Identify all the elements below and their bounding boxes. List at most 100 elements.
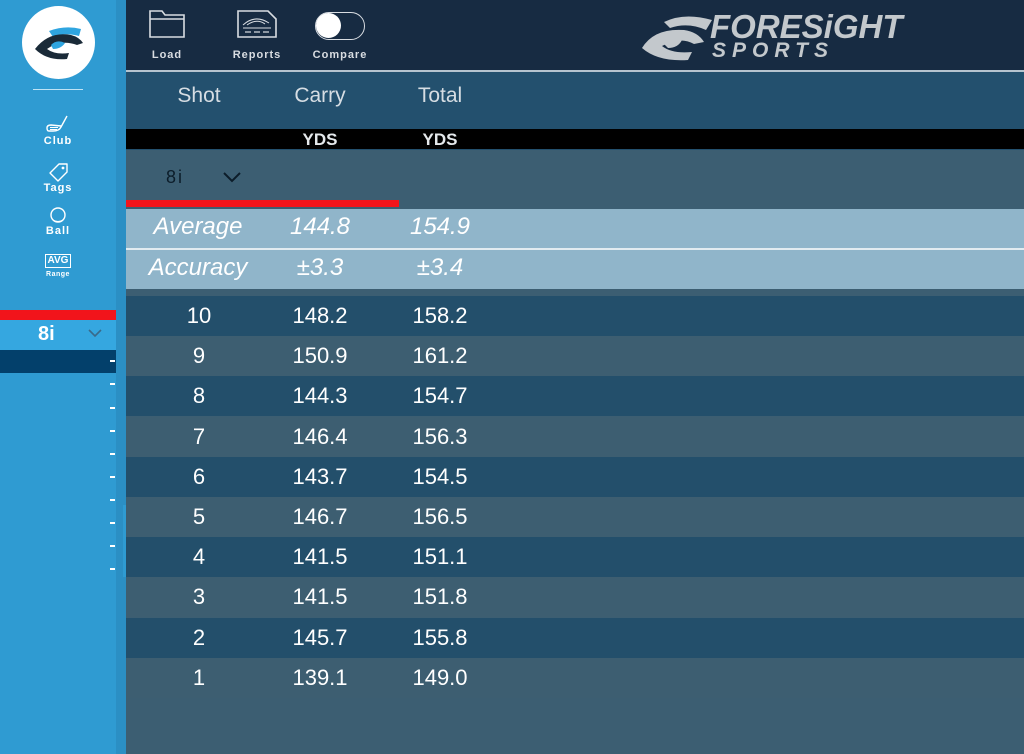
scroll-tick (110, 430, 115, 432)
load-button[interactable]: Load (145, 8, 189, 61)
sidebar (0, 0, 126, 754)
cell-carry: 141.5 (292, 584, 348, 610)
foresight-eye-logo-icon (34, 26, 83, 59)
compare-toggle[interactable]: Compare (308, 12, 372, 61)
table-row[interactable]: 1 139.1 149.0 (126, 657, 1024, 698)
sidebar-item-label: Tags (43, 182, 73, 194)
column-header-total[interactable]: Total (370, 84, 510, 108)
cell-total: 151.8 (412, 584, 468, 610)
cell-shot: 5 (192, 504, 206, 529)
sidebar-item-ball[interactable]: Ball (30, 207, 86, 237)
table-row[interactable]: 9 150.9 161.2 (126, 336, 1024, 377)
club-selector[interactable]: 8i (0, 320, 116, 350)
reports-label: Reports (232, 49, 282, 61)
cell-shot: 3 (192, 584, 206, 610)
app-logo[interactable] (22, 6, 95, 79)
unit-total: YDS (422, 130, 458, 149)
sidebar-item-label: Club (43, 135, 73, 147)
club-selector-indicator (0, 310, 116, 320)
sidebar-scroll-track (116, 0, 126, 754)
sidebar-item-range[interactable]: AVG Range (30, 254, 86, 278)
golf-club-icon (46, 115, 68, 132)
club-filter-dropdown[interactable]: 8i (166, 167, 184, 188)
cell-shot: 2 (192, 624, 206, 650)
club-filter-row: 8i (126, 150, 1024, 200)
accuracy-label: Accuracy (148, 254, 248, 281)
cell-total: 155.8 (412, 624, 468, 650)
brand-logo: FORESiGHT SPORTS (640, 8, 950, 64)
toggle-knob (316, 13, 341, 38)
scroll-tick (110, 522, 115, 524)
scroll-tick (110, 476, 115, 478)
club-list-highlight[interactable] (0, 350, 116, 373)
toggle-switch[interactable] (315, 12, 365, 40)
scroll-tick (110, 499, 115, 501)
accuracy-row: Accuracy ±3.3 ±3.4 (126, 250, 1024, 289)
cell-carry: 144.3 (292, 383, 348, 409)
cell-carry: 146.7 (292, 504, 348, 529)
cell-shot: 7 (192, 423, 206, 449)
column-header-carry[interactable]: Carry (250, 84, 390, 108)
cell-total: 151.1 (412, 544, 468, 570)
table-row[interactable]: 5 146.7 156.5 (126, 497, 1024, 537)
filter-active-indicator (126, 200, 399, 207)
sidebar-item-label: Ball (45, 225, 71, 237)
cell-total: 156.3 (412, 423, 468, 449)
scroll-tick (110, 453, 115, 455)
unit-carry: YDS (302, 130, 338, 149)
cell-total: 158.2 (412, 303, 468, 328)
cell-shot: 6 (192, 463, 206, 489)
cell-carry: 139.1 (292, 664, 348, 690)
average-row: Average 144.8 154.9 (126, 209, 1024, 248)
average-carry: 144.8 (289, 213, 351, 240)
cell-total: 154.5 (412, 463, 468, 489)
units-row: YDS YDS (126, 129, 1024, 150)
scroll-tick (110, 360, 115, 362)
table-row[interactable]: 8 144.3 154.7 (126, 376, 1024, 417)
cell-total: 154.7 (412, 383, 468, 409)
load-label: Load (151, 49, 183, 61)
cell-shot: 9 (192, 343, 206, 369)
average-label: Average (153, 213, 243, 240)
table-row[interactable]: 6 143.7 154.5 (126, 456, 1024, 497)
sidebar-item-club[interactable]: Club (30, 115, 86, 147)
cell-total: 149.0 (412, 664, 468, 690)
scroll-tick (110, 545, 115, 547)
cell-carry: 148.2 (292, 303, 348, 328)
compare-label: Compare (312, 49, 368, 61)
foresight-eye-icon (642, 16, 712, 61)
table-row[interactable]: 3 141.5 151.8 (126, 577, 1024, 618)
cell-carry: 150.9 (292, 343, 348, 369)
column-header-shot[interactable]: Shot (129, 84, 269, 108)
avg-icon: AVG (44, 254, 72, 268)
cell-total: 161.2 (412, 343, 468, 369)
cell-carry: 145.7 (292, 624, 348, 650)
cell-shot: 8 (192, 383, 206, 409)
cell-shot: 10 (186, 303, 212, 328)
sidebar-item-label: Range (46, 271, 70, 278)
cell-carry: 141.5 (292, 544, 348, 570)
brand-subtitle: SPORTS (712, 39, 834, 62)
cell-carry: 143.7 (292, 463, 348, 489)
cell-total: 156.5 (412, 504, 468, 529)
average-total: 154.9 (409, 213, 471, 240)
table-header: Shot Carry Total (126, 72, 1024, 129)
club-selector-value: 8i (38, 323, 55, 345)
table-row[interactable]: 2 145.7 155.8 (126, 617, 1024, 658)
scroll-tick (110, 568, 115, 570)
golf-ball-icon (50, 207, 66, 223)
reports-button[interactable]: Reports (228, 8, 286, 61)
cell-shot: 1 (192, 664, 206, 690)
table-row[interactable]: 7 146.4 156.3 (126, 416, 1024, 457)
logo-divider (33, 89, 83, 90)
sidebar-item-tags[interactable]: Tags (30, 162, 86, 194)
accuracy-total: ±3.4 (416, 254, 464, 281)
table-row[interactable]: 4 141.5 151.1 (126, 537, 1024, 578)
scroll-tick (110, 383, 115, 385)
accuracy-carry: ±3.3 (296, 254, 344, 281)
chevron-down-icon[interactable] (222, 171, 242, 183)
chevron-down-icon (88, 329, 102, 338)
cell-shot: 4 (192, 544, 206, 570)
table-row[interactable]: 10 148.2 158.2 (126, 296, 1024, 336)
folder-icon (149, 10, 185, 38)
